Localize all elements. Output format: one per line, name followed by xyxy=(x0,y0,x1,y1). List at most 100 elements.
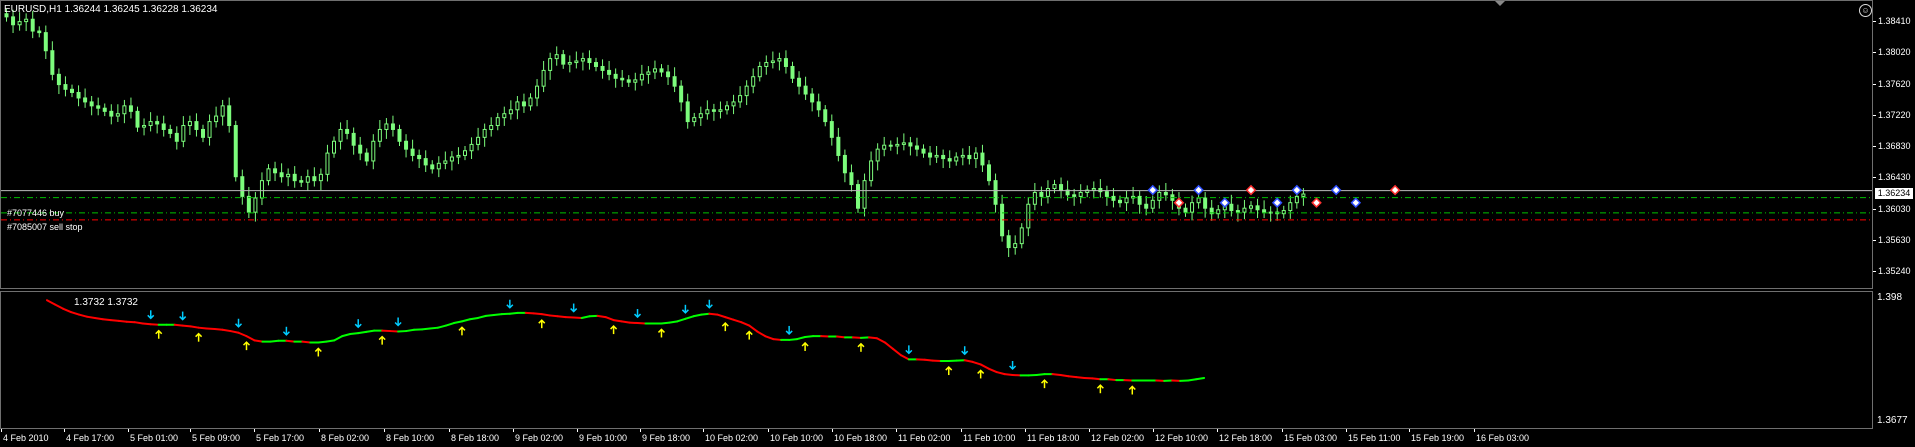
candle-body xyxy=(1249,205,1253,209)
candle-body xyxy=(797,77,802,87)
candle-body xyxy=(292,173,297,182)
indicator-axis[interactable]: 1.398 1.3677 xyxy=(1873,291,1915,429)
time-tick-label: 10 Feb 02:00 xyxy=(705,433,759,443)
indicator-segment xyxy=(445,322,455,327)
price-chart-panel[interactable]: EURUSD,H1 1.36244 1.36245 1.36228 1.3623… xyxy=(0,0,1873,289)
price-tick-label: 1.38020 xyxy=(1878,47,1911,58)
candle-body xyxy=(508,109,513,115)
indicator-segment xyxy=(357,330,368,335)
time-tick-label: 11 Feb 18:00 xyxy=(1027,433,1080,443)
candle-body xyxy=(148,121,153,127)
indicator-segment xyxy=(772,338,783,341)
indicator-panel[interactable]: 1.3732 1.3732 xyxy=(0,291,1873,429)
indicator-segment xyxy=(1051,373,1062,376)
time-tick-mark xyxy=(190,429,191,432)
down-arrow-icon xyxy=(785,325,793,335)
candle-body xyxy=(168,128,173,134)
indicator-segment xyxy=(141,322,152,326)
candle-body xyxy=(377,128,382,142)
candle-body xyxy=(1301,193,1306,197)
candle-body xyxy=(70,88,74,93)
indicator-segment xyxy=(77,313,88,318)
up-arrow-icon xyxy=(857,342,865,352)
candle-body xyxy=(489,125,494,130)
trade-marker-icon xyxy=(1330,184,1342,196)
candle-body xyxy=(246,195,251,213)
candle-body xyxy=(521,101,526,107)
candle-body xyxy=(318,173,323,182)
indicator-segment xyxy=(1107,378,1118,382)
indicator-segment xyxy=(708,312,719,316)
price-axis[interactable]: 1.38410 1.38020 1.37620 1.37220 1.36830 1.364… xyxy=(1873,0,1915,289)
time-tick-label: 4 Feb 17:00 xyxy=(66,433,115,443)
time-tick-mark xyxy=(449,429,450,432)
indicator-segment xyxy=(971,360,982,366)
candle-body xyxy=(535,85,540,99)
candle-body xyxy=(187,121,192,127)
time-tick-mark xyxy=(896,429,897,432)
candle-body xyxy=(1039,191,1044,197)
candle-body xyxy=(744,85,749,97)
current-price-tag: 1.36234 xyxy=(1875,187,1913,199)
candle-body xyxy=(751,76,756,87)
price-tick-label: 1.38410 xyxy=(1878,16,1911,27)
trade-marker-icon xyxy=(1311,197,1322,208)
candle-body xyxy=(1104,191,1109,197)
candle-body xyxy=(816,101,821,111)
time-tick-label: 5 Feb 17:00 xyxy=(256,433,305,443)
indicator-axis-bottom-label: 1.3677 xyxy=(1877,415,1908,426)
candle-body xyxy=(174,132,179,142)
candle-body xyxy=(259,180,264,199)
indicator-segment xyxy=(979,363,990,370)
indicator-segment xyxy=(660,321,671,325)
candle-body xyxy=(672,76,677,87)
expert-advisor-smiley-icon[interactable]: ☺ xyxy=(1859,4,1872,17)
time-axis[interactable]: 4 Feb 2010 4 Feb 17:00 5 Feb 01:00 5 Feb 09… xyxy=(0,429,1915,447)
indicator-segment xyxy=(101,318,112,322)
candle-body xyxy=(842,154,847,174)
candlestick-chart[interactable] xyxy=(1,1,1872,288)
candle-body xyxy=(856,184,860,209)
candle-body xyxy=(115,113,120,117)
candle-body xyxy=(600,65,605,71)
time-tick-label: 12 Feb 10:00 xyxy=(1155,433,1209,443)
indicator-segment xyxy=(189,325,200,329)
candle-body xyxy=(37,30,42,34)
candle-body xyxy=(626,79,631,83)
indicator-segment xyxy=(548,314,559,318)
time-tick-mark xyxy=(1025,429,1026,432)
time-tick-label: 15 Feb 11:00 xyxy=(1348,433,1401,443)
candle-body xyxy=(725,105,729,111)
candle-body xyxy=(214,115,219,123)
candle-body xyxy=(220,105,225,117)
candle-body xyxy=(161,123,166,130)
price-tick-mark xyxy=(1873,240,1876,242)
candle-body xyxy=(1288,202,1293,212)
candle-body xyxy=(1183,207,1188,213)
indicator-segment xyxy=(237,331,248,338)
candle-body xyxy=(1190,202,1195,213)
candle-body xyxy=(358,144,363,154)
indicator-segment xyxy=(213,327,224,331)
up-arrow-icon xyxy=(242,341,251,351)
trade-marker-icon xyxy=(1350,197,1362,208)
chart-shift-marker[interactable] xyxy=(1495,1,1505,6)
indicator-segment xyxy=(796,335,807,341)
indicator-segment xyxy=(421,327,432,331)
time-tick-mark xyxy=(832,429,833,432)
time-tick-label: 8 Feb 10:00 xyxy=(386,433,435,443)
candle-body xyxy=(1262,209,1267,213)
candle-body xyxy=(928,152,933,158)
indicator-segment xyxy=(756,330,767,338)
candle-body xyxy=(345,128,350,134)
candle-body xyxy=(384,123,389,130)
indicator-segment xyxy=(580,315,591,319)
indicator-chart[interactable] xyxy=(1,292,1872,428)
candle-body xyxy=(404,140,409,150)
candle-body xyxy=(685,101,690,123)
candle-body xyxy=(63,84,68,90)
trade-marker-icon xyxy=(1291,184,1303,196)
candle-body xyxy=(89,101,94,107)
up-arrow-icon xyxy=(657,328,665,338)
candle-body xyxy=(1163,191,1168,196)
